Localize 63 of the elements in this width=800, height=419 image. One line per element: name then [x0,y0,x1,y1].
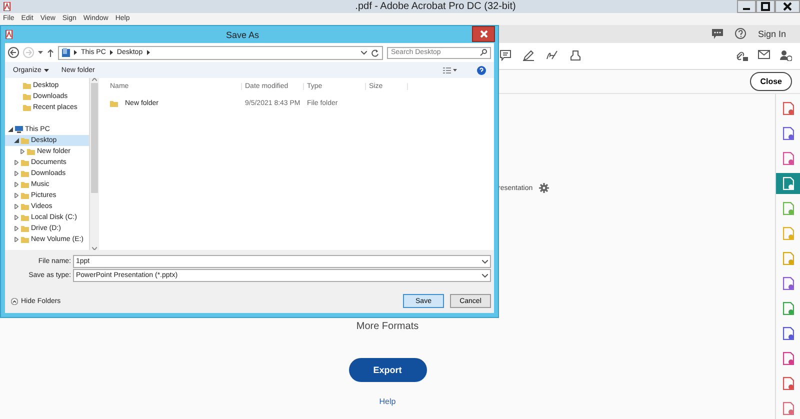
folder-icon [110,100,118,106]
collapsed-caret-icon[interactable] [14,182,19,187]
restore-icon[interactable] [756,0,775,13]
signature-icon[interactable] [546,50,558,62]
close-icon [480,30,488,38]
document-tool-icon[interactable] [782,277,794,290]
document-tool-icon[interactable] [782,352,794,365]
help-link[interactable]: Help [379,397,396,406]
document-tool-icon[interactable] [782,327,794,340]
scrollbar-thumb[interactable] [91,83,98,193]
back-icon[interactable] [8,47,19,58]
search-icon [480,49,487,56]
dialog-title: Save As [224,30,260,40]
collapsed-caret-icon[interactable] [14,237,19,242]
link-icon[interactable] [736,50,748,62]
document-tool-icon[interactable] [782,402,794,415]
collapse-icon [11,298,18,304]
chevron-icon[interactable] [74,50,77,55]
comment-icon[interactable] [500,50,511,62]
dropdown-icon [482,274,488,278]
sign-in-link[interactable]: Sign In [758,28,786,39]
document-tool-icon[interactable] [782,102,794,115]
acrobat-logo-icon [3,2,11,11]
up-arrow-icon[interactable] [47,48,54,56]
mail-icon[interactable] [758,50,770,60]
expanded-caret-icon[interactable] [8,127,13,132]
add-user-icon[interactable] [780,50,792,62]
collapsed-caret-icon[interactable] [14,204,19,209]
document-tool-icon[interactable] [782,377,794,390]
collapsed-caret-icon[interactable] [20,149,25,154]
collapsed-caret-icon[interactable] [14,193,19,198]
help-icon[interactable] [734,28,746,40]
view-options-icon[interactable] [443,66,457,74]
expanded-caret-icon[interactable] [14,138,19,143]
stamp-icon[interactable] [570,50,581,62]
dropdown-icon [482,260,488,264]
collapsed-caret-icon[interactable] [14,160,19,165]
more-formats-label: More Formats [356,321,419,332]
document-tool-icon[interactable] [782,302,794,315]
collapsed-caret-icon[interactable] [14,171,19,176]
collapsed-caret-icon[interactable] [14,226,19,231]
refresh-icon[interactable] [371,48,379,56]
document-tool-icon[interactable] [782,152,794,165]
tool-tile[interactable] [776,173,800,194]
collapsed-caret-icon[interactable] [14,215,19,220]
caret-icon[interactable] [38,50,43,54]
scroll-up-icon[interactable] [92,78,97,81]
dropdown-icon[interactable] [361,50,367,54]
document-tool-icon[interactable] [782,127,794,140]
acrobat-logo-icon [5,30,13,39]
scroll-down-icon[interactable] [92,247,97,250]
chevron-icon[interactable] [110,50,113,55]
close-button[interactable]: Close [750,72,792,92]
comment-icon[interactable] [712,28,723,39]
minimize-icon[interactable] [737,0,756,13]
close-button[interactable] [472,26,495,42]
close-icon[interactable] [775,0,800,13]
window-title: .pdf - Adobe Acrobat Pro DC (32-bit) [354,1,517,12]
export-button[interactable]: Export [348,358,426,382]
settings-icon[interactable] [538,183,549,193]
pen-icon[interactable] [523,50,534,62]
chevron-icon[interactable] [146,50,150,55]
help-icon[interactable] [477,66,486,74]
